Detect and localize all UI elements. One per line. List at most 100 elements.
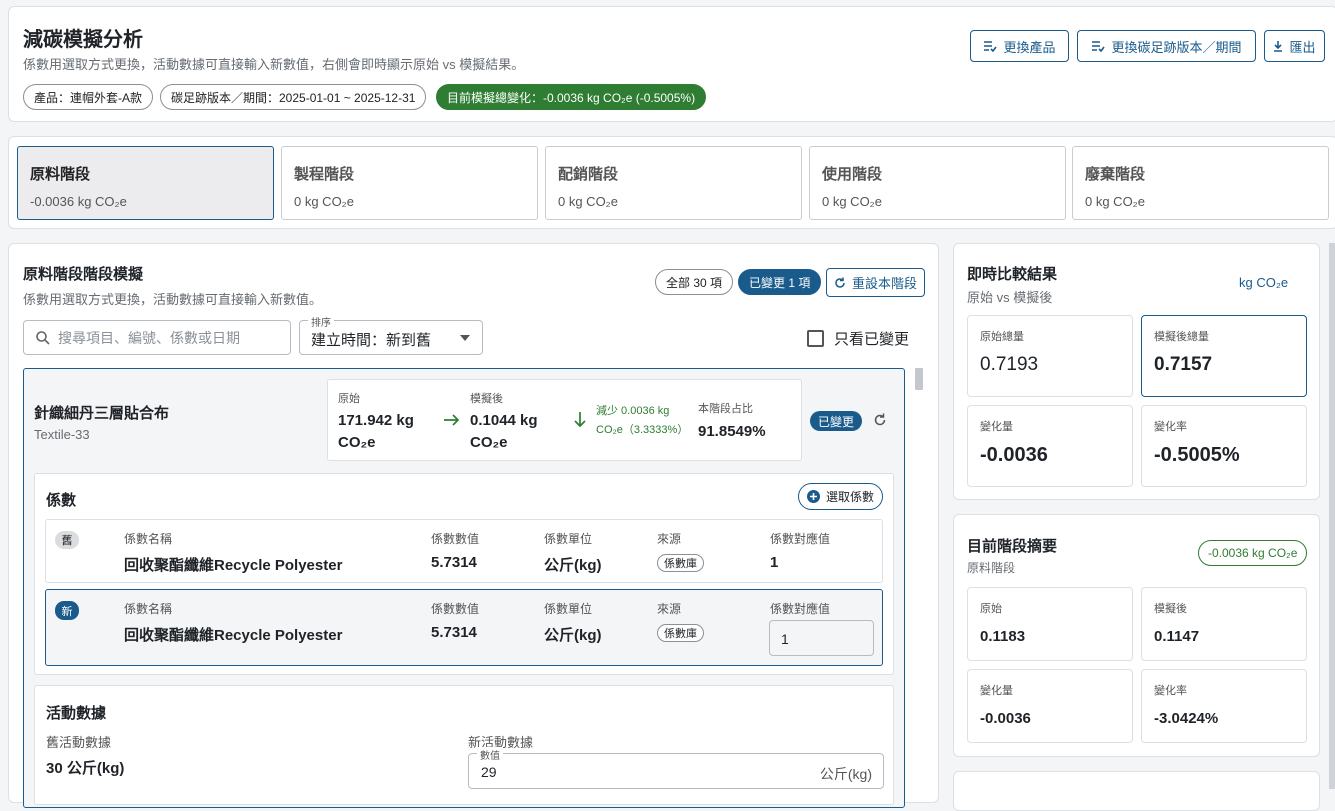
summary-sim-box: 模擬後 0.1147 [1141, 587, 1307, 661]
col-header: 來源 [657, 602, 682, 616]
tab-stage-disposal[interactable]: 廢棄階段 0 kg CO₂e [1072, 146, 1329, 220]
select-coef-label: 選取係數 [826, 490, 875, 504]
coef-map: 1 [770, 554, 779, 571]
sort-value: 建立時間：新到舊 [311, 332, 432, 349]
input-value: 29 [481, 764, 497, 780]
coef-title: 係數 [46, 492, 77, 509]
export-button[interactable]: 匯出 [1264, 30, 1325, 62]
coef-section: 係數 選取係數 舊 係數名稱 係數數值 係數單位 來源 係數對應值 回收聚酯纖維… [34, 473, 894, 675]
coef-value: 5.7314 [431, 624, 477, 641]
old-activity-value: 30 公斤(kg) [46, 760, 125, 777]
summary-rate-label: 變化率 [1154, 685, 1187, 697]
simulation-panel: 原料階段階段模擬 係數用選取方式更換，活動數據可直接輸入新數值。 全部 30 項… [8, 243, 939, 808]
summary-sim-label: 模擬後 [1154, 603, 1187, 615]
stage-value: -0.0036 kg CO₂e [30, 194, 127, 209]
col-header: 係數數值 [431, 532, 480, 546]
orig-value: 171.942 kg CO₂e [338, 412, 414, 451]
coef-map-input[interactable]: 1 [769, 620, 874, 656]
decrease-text: 減少 0.0036 kg CO₂e（3.3333%） [596, 405, 689, 436]
stage-value: 0 kg CO₂e [1085, 194, 1145, 209]
item-name: 針織細丹三層貼合布 [34, 405, 170, 422]
search-input[interactable]: 搜尋項目、編號、係數或日期 [23, 320, 291, 355]
rate-box: 變化率 -0.5005% [1141, 405, 1307, 487]
sim-total-box: 模擬後總量 0.7157 [1141, 315, 1307, 397]
summary-diff-value: -0.0036 [980, 710, 1031, 727]
item-summary-box: 原始 171.942 kg CO₂e 模擬後 0.1044 kg CO₂e 減少… [327, 379, 802, 461]
sim-value: 0.1044 kg CO₂e [470, 412, 538, 451]
summary-title: 目前階段摘要 [967, 538, 1058, 555]
sim-label: 模擬後 [470, 393, 503, 405]
summary-orig-value: 0.1183 [980, 628, 1026, 645]
coef-new-row: 新 係數名稱 係數數值 係數單位 來源 係數對應值 回收聚酯纖維Recycle … [45, 589, 883, 666]
new-activity-input[interactable]: 數值 29 公斤(kg) [468, 747, 884, 789]
share-value: 91.8549% [698, 423, 766, 440]
stage-value: 0 kg CO₂e [294, 194, 354, 209]
arrow-down-icon [574, 412, 586, 428]
arrow-right-icon [444, 414, 460, 426]
sim-total-label: 模擬後總量 [1154, 331, 1209, 343]
changed-badge: 已變更 [810, 411, 863, 431]
coef-value: 5.7314 [431, 554, 477, 571]
summary-orig-box: 原始 0.1183 [967, 587, 1133, 661]
change-product-label: 更換產品 [1003, 39, 1056, 55]
coef-source: 係數庫 [657, 554, 704, 572]
sim-subtitle: 係數用選取方式更換，活動數據可直接輸入新數值。 [23, 292, 323, 307]
stage-value: 0 kg CO₂e [558, 194, 618, 209]
stage-name: 原料階段 [30, 166, 91, 183]
header-card: 減碳模擬分析 係數用選取方式更換，活動數據可直接輸入新數值，右側會即時顯示原始 … [8, 6, 1335, 122]
reset-stage-button[interactable]: 重設本階段 [826, 268, 925, 297]
changed-items-chip[interactable]: 已變更 1 項 [738, 269, 822, 295]
only-changed-checkbox[interactable]: 只看已變更 [807, 328, 909, 349]
stage-name: 配銷階段 [558, 166, 619, 183]
change-product-button[interactable]: 更換產品 [970, 30, 1069, 62]
compare-subtitle: 原始 vs 模擬後 [967, 290, 1053, 305]
change-version-label: 更換碳足跡版本／期間 [1111, 39, 1242, 55]
next-card [953, 771, 1320, 811]
only-changed-label: 只看已變更 [834, 331, 910, 348]
coef-source: 係數庫 [657, 624, 704, 642]
item-card: 針織細丹三層貼合布 Textile-33 原始 171.942 kg CO₂e … [23, 368, 905, 808]
search-icon [36, 330, 50, 345]
tab-stage-raw[interactable]: 原料階段 -0.0036 kg CO₂e [17, 146, 274, 220]
rate-value: -0.5005% [1154, 444, 1240, 466]
version-chip: 碳足跡版本／期間：2025-01-01 ~ 2025-12-31 [160, 84, 427, 110]
page-scrollbar[interactable] [1329, 243, 1335, 789]
scrollbar-thumb[interactable] [915, 368, 923, 390]
list-check-icon [984, 41, 998, 52]
select-coef-button[interactable]: 選取係數 [798, 483, 884, 510]
col-header: 係數數值 [431, 602, 480, 616]
sort-select[interactable]: 排序 建立時間：新到舊 [299, 314, 483, 355]
summary-card: 目前階段摘要 原料階段 -0.0036 kg CO₂e 原始 0.1183 模擬… [953, 514, 1320, 757]
summary-sim-value: 0.1147 [1154, 628, 1200, 645]
activity-title: 活動數據 [46, 705, 107, 722]
tab-stage-distribution[interactable]: 配銷階段 0 kg CO₂e [545, 146, 802, 220]
stage-name: 使用階段 [822, 166, 883, 183]
summary-subtitle: 原料階段 [967, 561, 1016, 575]
compare-unit: kg CO₂e [1239, 275, 1289, 290]
change-version-button[interactable]: 更換碳足跡版本／期間 [1077, 30, 1256, 62]
list-check-icon [1092, 41, 1106, 52]
old-activity-label: 舊活動數據 [46, 735, 112, 750]
summary-rate-box: 變化率 -3.0424% [1141, 669, 1307, 743]
orig-total-value: 0.7193 [980, 354, 1039, 375]
tab-stage-process[interactable]: 製程階段 0 kg CO₂e [281, 146, 538, 220]
summary-orig-label: 原始 [980, 603, 1002, 615]
compare-title: 即時比較結果 [967, 266, 1058, 283]
old-badge: 舊 [55, 531, 79, 549]
undo-icon[interactable] [873, 413, 887, 427]
input-unit: 公斤(kg) [819, 766, 872, 782]
plus-circle-icon [807, 490, 820, 503]
coef-map-value: 1 [781, 631, 789, 647]
col-header: 係數名稱 [124, 602, 173, 616]
coef-name: 回收聚酯纖維Recycle Polyester [124, 627, 343, 644]
item-code: Textile-33 [34, 427, 90, 442]
activity-section: 活動數據 舊活動數據 30 公斤(kg) 新活動數據 數值 29 公斤(kg) [34, 685, 894, 805]
col-header: 來源 [657, 532, 682, 546]
coef-unit: 公斤(kg) [544, 627, 602, 644]
summary-diff-label: 變化量 [980, 685, 1013, 697]
tab-stage-use[interactable]: 使用階段 0 kg CO₂e [809, 146, 1066, 220]
share-label: 本階段占比 [698, 403, 753, 415]
diff-value: -0.0036 [980, 444, 1048, 466]
reset-stage-label: 重設本階段 [851, 276, 917, 291]
all-items-chip[interactable]: 全部 30 項 [655, 269, 734, 295]
